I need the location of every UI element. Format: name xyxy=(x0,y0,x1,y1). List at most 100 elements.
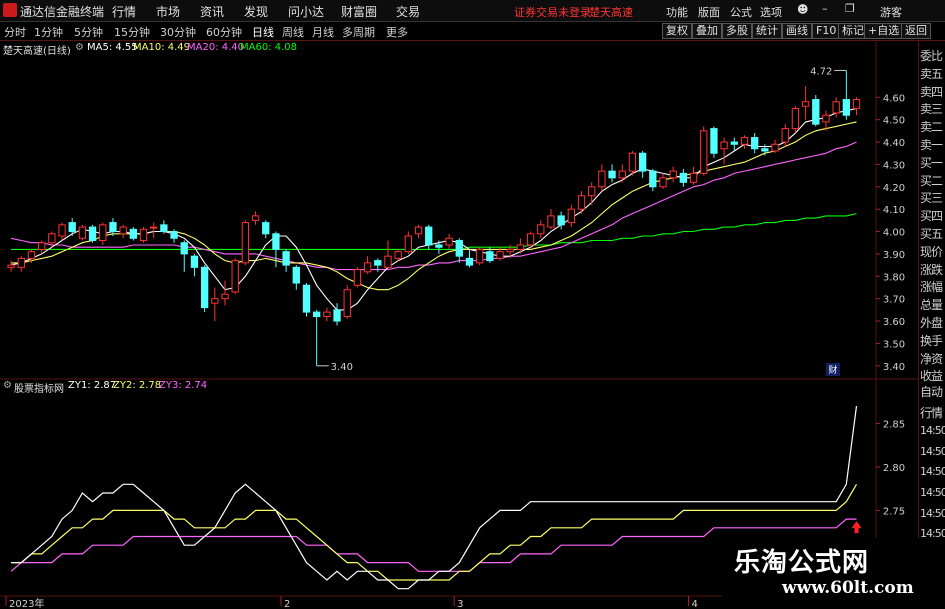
quote-side-panel: 委比 卖五 卖四 卖三 卖二 卖一 买一 买二 买三 买四 买五 现价 涨跌 涨幅 总量 外盘 换手 净资 收益 自动… xyxy=(918,41,945,609)
watermark-title: 乐淘公式网 xyxy=(734,548,870,578)
side-item: 涨幅 xyxy=(920,280,943,295)
candle xyxy=(190,253,199,277)
candle-body xyxy=(99,224,107,241)
period-5min[interactable]: 5分钟 xyxy=(74,24,103,40)
candle-body xyxy=(832,101,840,114)
candle xyxy=(180,240,188,272)
menu-banmian[interactable]: 版面 xyxy=(698,4,720,20)
candle-body xyxy=(58,224,66,237)
candle-body xyxy=(282,251,290,266)
candle-body xyxy=(241,222,250,264)
candle-body xyxy=(414,226,423,235)
fuquan-button[interactable]: 复权 xyxy=(662,23,692,39)
add-watchlist-button[interactable]: +自选 xyxy=(864,23,904,39)
candle xyxy=(313,309,321,366)
side-item: 买三 xyxy=(920,191,943,206)
candle xyxy=(588,182,596,205)
candle xyxy=(740,135,749,149)
price-tick-label: 3.80 xyxy=(883,272,905,283)
candle-body xyxy=(791,107,800,130)
candle xyxy=(669,166,677,183)
candle-body xyxy=(649,170,657,188)
minimize-icon[interactable]: – xyxy=(822,2,828,15)
period-15min[interactable]: 15分钟 xyxy=(114,24,150,40)
candle xyxy=(333,303,341,326)
candle-body xyxy=(323,311,331,318)
candle xyxy=(404,231,413,254)
candle-body xyxy=(751,137,759,150)
candle xyxy=(78,224,87,241)
price-tick-label: 4.60 xyxy=(883,93,905,104)
candle-body xyxy=(547,215,555,228)
user-icon[interactable]: ☻ xyxy=(797,3,808,16)
period-more[interactable]: 更多 xyxy=(386,24,408,40)
candle-body xyxy=(211,298,219,304)
menu-gongshi[interactable]: 公式 xyxy=(730,4,752,20)
candle xyxy=(7,260,15,272)
stats-button[interactable]: 统计 xyxy=(752,23,782,39)
candle-body xyxy=(659,177,667,188)
candle-body xyxy=(394,251,402,259)
side-lower-label: 自动 xyxy=(920,385,943,399)
back-button[interactable]: 返回 xyxy=(901,23,931,39)
candle xyxy=(710,126,718,158)
candle-body xyxy=(180,242,188,255)
candle-body xyxy=(598,170,606,188)
candle-body xyxy=(292,266,300,284)
trade-login-warning[interactable]: 证券交易未登录 xyxy=(514,4,591,20)
candle-body xyxy=(435,244,443,248)
menu-jiaoyi[interactable]: 交易 xyxy=(396,3,420,20)
period-60min[interactable]: 60分钟 xyxy=(206,24,242,40)
date-label: 3 xyxy=(457,599,463,609)
menu-zixun[interactable]: 资讯 xyxy=(200,3,224,20)
candle-body xyxy=(618,170,626,179)
menu-wenxiaoda[interactable]: 问小达 xyxy=(288,3,324,20)
f10-button[interactable]: F10 xyxy=(812,23,841,39)
side-item: 涨跌 xyxy=(920,262,943,277)
price-tick-label: 3.40 xyxy=(883,362,905,373)
price-tick-label: 3.90 xyxy=(883,250,905,261)
candle xyxy=(567,204,575,228)
candle xyxy=(598,164,606,192)
menu-hangqing[interactable]: 行情 xyxy=(112,3,136,20)
candle-body xyxy=(170,231,178,239)
guest-button[interactable]: 游客 xyxy=(880,4,902,20)
candle xyxy=(323,307,331,322)
period-multi[interactable]: 多周期 xyxy=(342,24,375,40)
candle-body xyxy=(455,239,463,257)
candle xyxy=(231,258,239,295)
period-daily[interactable]: 日线 xyxy=(252,24,274,40)
period-monthly[interactable]: 月线 xyxy=(312,24,334,40)
menu-gongneng[interactable]: 功能 xyxy=(666,4,688,20)
price-tick-label: 4.50 xyxy=(883,116,905,127)
candle-body xyxy=(638,152,647,172)
period-1min[interactable]: 1分钟 xyxy=(34,24,63,40)
candle-body xyxy=(700,130,708,174)
side-item: 卖三 xyxy=(920,102,943,117)
candle xyxy=(160,220,168,234)
candle-body xyxy=(475,248,484,264)
overlay-button[interactable]: 叠加 xyxy=(692,23,722,39)
menu-xuanxiang[interactable]: 选项 xyxy=(760,4,782,20)
kline-chart[interactable]: 4.72 3.40 财 4.60 4.50 4.40 4.30 4.20 4.10 4.00 3.… xyxy=(0,41,918,609)
multi-stock-button[interactable]: 多股 xyxy=(722,23,752,39)
candle-body xyxy=(221,293,229,300)
candle xyxy=(659,173,667,190)
menu-faxian[interactable]: 发现 xyxy=(244,3,268,20)
candle-body xyxy=(27,251,36,259)
candle xyxy=(526,231,535,248)
period-fenshi[interactable]: 分时 xyxy=(4,24,26,40)
menu-caifuquan[interactable]: 财富圈 xyxy=(341,3,377,20)
period-weekly[interactable]: 周线 xyxy=(282,24,304,40)
period-30min[interactable]: 30分钟 xyxy=(160,24,196,40)
restore-icon[interactable]: ❐ xyxy=(845,2,855,15)
candle-body xyxy=(771,143,779,152)
menu-shichang[interactable]: 市场 xyxy=(156,3,180,20)
candle-body xyxy=(730,141,738,145)
draw-line-button[interactable]: 画线 xyxy=(782,23,812,39)
candle xyxy=(363,256,372,275)
candle-body xyxy=(363,262,372,273)
candle-body xyxy=(139,228,148,241)
stock-alert[interactable]: 楚天高速 xyxy=(589,4,633,20)
candle xyxy=(272,231,280,268)
